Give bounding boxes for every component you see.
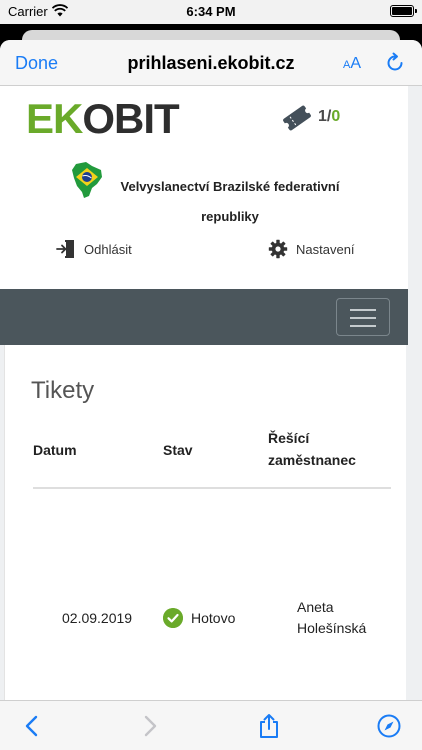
ticket-status-label: Hotovo	[191, 610, 236, 626]
hamburger-menu-button[interactable]	[336, 298, 390, 336]
clock: 6:34 PM	[186, 4, 236, 19]
gear-icon	[268, 239, 288, 259]
hamburger-line	[350, 309, 376, 311]
table-header-divider	[33, 487, 391, 489]
site-menubar	[0, 289, 408, 345]
forward-arrow-icon[interactable]	[136, 713, 162, 739]
logo-text: EKOBIT	[26, 95, 180, 142]
tickets-title: Tikety	[31, 377, 95, 404]
ticket-icon[interactable]	[280, 103, 314, 133]
ekobit-logo[interactable]: EKOBIT	[26, 96, 192, 142]
browser-toolbar	[0, 700, 422, 750]
logout-link[interactable]: Odhlásit	[56, 238, 132, 260]
ticket-worker: Aneta Holešínská	[297, 599, 367, 636]
column-header-worker: Řešící zaměstnanec	[268, 430, 356, 468]
text-size-large-a: A	[350, 55, 362, 72]
compass-icon[interactable]	[376, 713, 402, 739]
organization-name: Velvyslanectví Brazilské federativní rep…	[120, 179, 340, 224]
web-page: EKOBIT 1/0 Velvyslanectví Brazilské fede…	[0, 86, 422, 700]
back-arrow-icon[interactable]	[20, 713, 46, 739]
hamburger-line	[350, 325, 376, 327]
settings-link[interactable]: Nastavení	[268, 238, 355, 260]
logout-icon	[56, 240, 74, 258]
ticket-status: Hotovo	[163, 608, 235, 628]
share-icon[interactable]	[256, 713, 282, 739]
hamburger-line	[350, 317, 376, 319]
brazil-map-flag-icon	[72, 162, 102, 198]
status-bar: Carrier 6:34 PM	[0, 0, 422, 24]
safari-view-sheet: Done prihlaseni.ekobit.cz AA EKOBIT 1/0	[0, 40, 422, 750]
ticket-date: 02.09.2019	[62, 610, 133, 626]
text-size-button[interactable]: AA	[343, 55, 361, 73]
check-icon	[163, 608, 183, 628]
browser-navbar: Done prihlaseni.ekobit.cz AA	[0, 40, 422, 86]
column-header-status: Stav	[163, 442, 193, 458]
settings-label: Nastavení	[296, 241, 355, 257]
ticket-counter: 1/0	[318, 108, 341, 125]
battery-icon	[390, 5, 417, 17]
site-header: EKOBIT 1/0 Velvyslanectví Brazilské fede…	[0, 86, 408, 289]
tickets-panel: Tikety Datum Stav Řešící zaměstnanec 02.…	[4, 345, 406, 700]
home-indicator-area	[0, 746, 422, 750]
logout-label: Odhlásit	[84, 241, 132, 257]
reload-icon[interactable]	[384, 52, 406, 74]
column-header-date: Datum	[33, 442, 77, 458]
